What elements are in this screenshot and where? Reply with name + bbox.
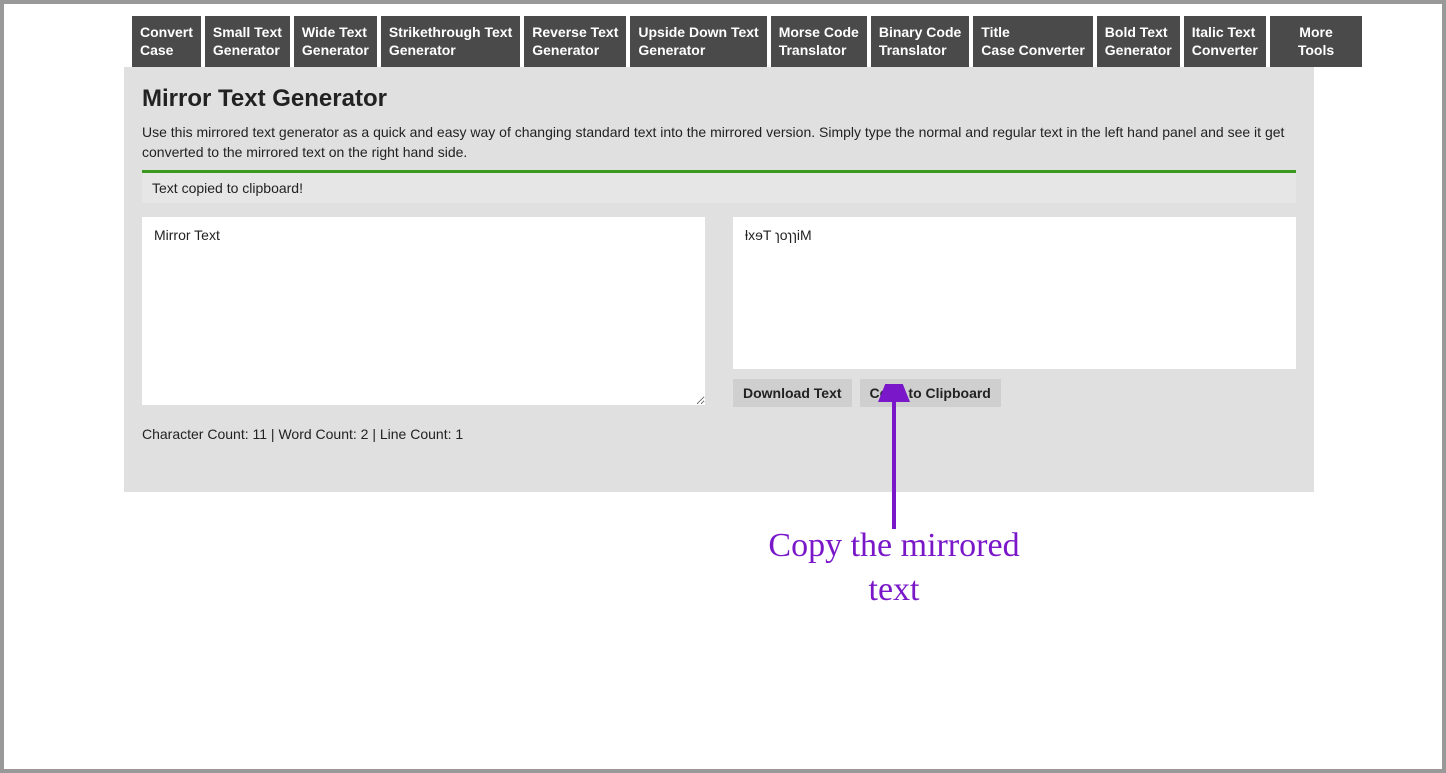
download-button[interactable]: Download Text bbox=[733, 379, 852, 407]
input-panel: Character Count: 11 | Word Count: 2 | Li… bbox=[142, 217, 705, 442]
page-description: Use this mirrored text generator as a qu… bbox=[142, 123, 1296, 162]
copy-button[interactable]: Copy to Clipboard bbox=[860, 379, 1001, 407]
nav-more-tools[interactable]: MoreTools bbox=[1270, 16, 1362, 67]
nav-morse-code[interactable]: Morse CodeTranslator bbox=[771, 16, 867, 67]
nav-upside-down[interactable]: Upside Down TextGenerator bbox=[630, 16, 766, 67]
nav-strikethrough[interactable]: Strikethrough TextGenerator bbox=[381, 16, 520, 67]
nav-bold-text[interactable]: Bold TextGenerator bbox=[1097, 16, 1180, 67]
output-textarea[interactable]: ƚxɘT ɿoɿɿiM bbox=[733, 217, 1296, 369]
nav-binary-code[interactable]: Binary CodeTranslator bbox=[871, 16, 969, 67]
nav-bar: ConvertCase Small TextGenerator Wide Tex… bbox=[4, 4, 1442, 67]
page-title: Mirror Text Generator bbox=[142, 85, 1296, 113]
main-panel: Mirror Text Generator Use this mirrored … bbox=[124, 67, 1314, 492]
nav-convert-case[interactable]: ConvertCase bbox=[132, 16, 201, 67]
nav-italic-text[interactable]: Italic TextConverter bbox=[1184, 16, 1266, 67]
input-textarea[interactable] bbox=[142, 217, 705, 405]
counts-text: Character Count: 11 | Word Count: 2 | Li… bbox=[142, 426, 705, 442]
annotation-text: Copy the mirrored text bbox=[744, 524, 1044, 612]
notice-bar: Text copied to clipboard! bbox=[142, 170, 1296, 203]
panels: Character Count: 11 | Word Count: 2 | Li… bbox=[142, 217, 1296, 442]
button-row: Download Text Copy to Clipboard bbox=[733, 379, 1296, 407]
nav-title-case[interactable]: TitleCase Converter bbox=[973, 16, 1093, 67]
nav-wide-text[interactable]: Wide TextGenerator bbox=[294, 16, 377, 67]
nav-reverse-text[interactable]: Reverse TextGenerator bbox=[524, 16, 626, 67]
notice-text: Text copied to clipboard! bbox=[152, 180, 303, 196]
output-panel: ƚxɘT ɿoɿɿiM Download Text Copy to Clipbo… bbox=[733, 217, 1296, 442]
nav-small-text[interactable]: Small TextGenerator bbox=[205, 16, 290, 67]
